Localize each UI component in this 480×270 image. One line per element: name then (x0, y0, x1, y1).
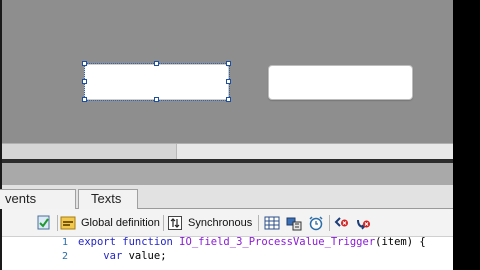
previous-error-button[interactable] (333, 214, 349, 232)
keyword-token: export (78, 236, 116, 248)
line-number: 1 (61, 237, 68, 248)
toolbar-separator (329, 215, 330, 231)
code-line[interactable]: var value; (78, 250, 167, 262)
timer-button[interactable] (308, 214, 324, 232)
resize-handle-top-right[interactable] (226, 61, 231, 66)
tab-texts-label: Texts (91, 191, 122, 206)
tab-events-label: vents (5, 191, 37, 206)
check-document-icon (36, 215, 52, 231)
io-field[interactable] (268, 65, 413, 100)
synchronous-label: Synchronous (188, 217, 253, 229)
arrow-error-left-icon (333, 215, 349, 231)
keyword-token: function (122, 236, 173, 248)
code-token: (item) { (375, 236, 426, 248)
line-number: 2 (61, 251, 68, 262)
synchronous-icon (167, 215, 183, 231)
window-right-edge (453, 0, 480, 270)
code-line[interactable]: export function IO_field_3_ProcessValue_… (78, 236, 426, 248)
global-definition-icon (60, 215, 76, 231)
function-name-token: IO_field_3_ProcessValue_Trigger (179, 236, 376, 248)
script-toolbar: Global definition Synchronous (2, 209, 453, 237)
tab-texts[interactable]: Texts (78, 189, 138, 209)
global-definition-label: Global definition (81, 217, 160, 229)
resize-handle-bottom-left[interactable] (82, 97, 87, 102)
code-token: value; (122, 250, 167, 262)
resize-handle-middle-right[interactable] (226, 79, 231, 84)
resize-handle-top-left[interactable] (82, 61, 87, 66)
synchronous-button[interactable]: Synchronous (167, 214, 252, 232)
resize-handle-bottom-right[interactable] (226, 97, 231, 102)
selection-frame (84, 63, 230, 101)
tag-table-button[interactable] (264, 214, 280, 232)
toolbar-separator (258, 215, 259, 231)
line-number-gutter: 1 2 (2, 237, 72, 270)
compile-button[interactable] (36, 214, 52, 232)
resize-handle-top-middle[interactable] (154, 61, 159, 66)
indent-token (78, 250, 103, 262)
resize-handle-bottom-middle[interactable] (154, 97, 159, 102)
arrow-error-right-icon (355, 215, 371, 231)
table-icon (264, 215, 280, 231)
toolbar-separator (57, 215, 58, 231)
properties-tabs: vents Texts (0, 185, 453, 209)
design-canvas[interactable] (2, 0, 453, 143)
panel-header (2, 163, 453, 185)
resize-handle-middle-left[interactable] (82, 79, 87, 84)
next-error-button[interactable] (355, 214, 371, 232)
keyword-token: var (103, 250, 123, 262)
screen-objects-button[interactable] (286, 214, 302, 232)
code-editor[interactable]: 1 2 export function IO_field_3_ProcessVa… (2, 236, 453, 270)
global-definition-button[interactable]: Global definition (60, 214, 160, 232)
toolbar-separator (163, 215, 164, 231)
horizontal-scrollbar[interactable] (2, 143, 453, 159)
alarm-clock-icon (308, 215, 324, 231)
scrollbar-thumb[interactable] (176, 144, 453, 159)
tab-events[interactable]: vents (0, 189, 76, 209)
screen-objects-icon (286, 215, 302, 231)
